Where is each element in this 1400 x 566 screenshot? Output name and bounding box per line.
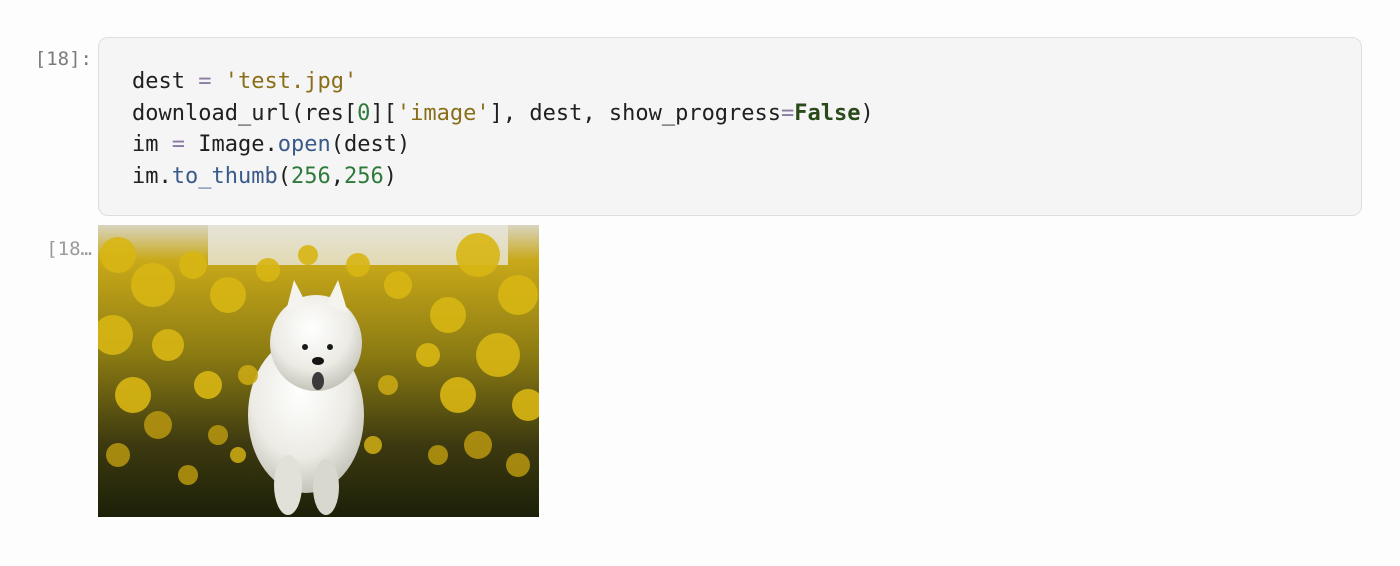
code-editor[interactable]: dest = 'test.jpg' download_url(res[0]['i… <box>98 37 1362 216</box>
code-line-3: im = Image.open(dest) <box>132 132 411 157</box>
code-line-1: dest = 'test.jpg' <box>132 69 358 94</box>
input-prompt: [18]: <box>34 48 92 70</box>
output-image <box>98 225 539 517</box>
dog-in-flower-field-image <box>98 225 539 517</box>
code-line-2: download_url(res[0]['image'], dest, show… <box>132 100 874 126</box>
code-line-4: im.to_thumb(256,256) <box>132 163 397 189</box>
output-prompt: [18… <box>46 238 92 260</box>
notebook-cell[interactable]: [18]: dest = 'test.jpg' download_url(res… <box>0 0 1400 566</box>
code-block[interactable]: dest = 'test.jpg' download_url(res[0]['i… <box>132 66 874 192</box>
